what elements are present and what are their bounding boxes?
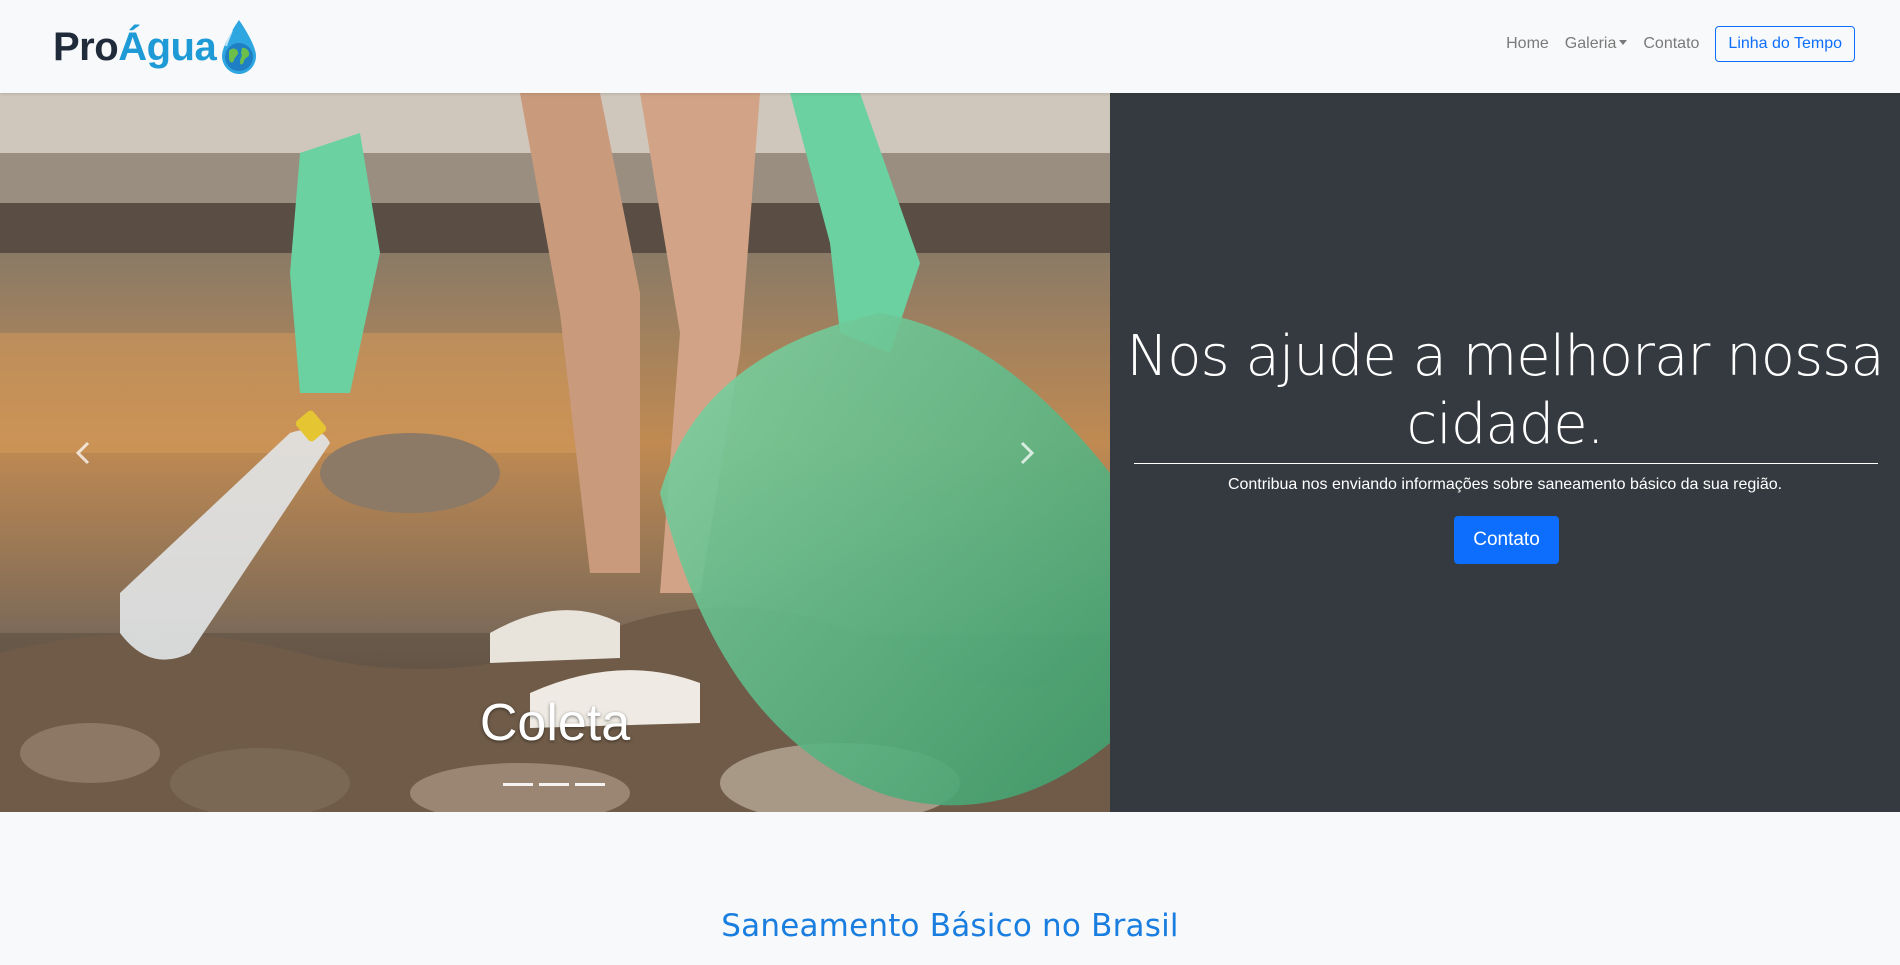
carousel-next-button[interactable]: [1006, 433, 1046, 473]
nav-galeria-dropdown[interactable]: Galeria: [1565, 35, 1628, 53]
section-title: Saneamento Básico no Brasil: [721, 908, 1179, 944]
nav-contato[interactable]: Contato: [1643, 35, 1699, 53]
hero-subtext: Contribua nos enviando informações sobre…: [1227, 476, 1783, 493]
chevron-left-icon: [75, 441, 90, 465]
carousel-indicator-3[interactable]: [575, 783, 605, 786]
carousel-indicator-1[interactable]: [503, 783, 533, 786]
hero-panel: Nos ajude a melhorar nossa cidade. Contr…: [1110, 93, 1900, 812]
contato-button[interactable]: Contato: [1454, 516, 1559, 564]
nav-home[interactable]: Home: [1506, 35, 1549, 53]
brand-agua-text: Água: [118, 24, 217, 69]
water-drop-globe-icon: [222, 20, 257, 74]
timeline-button[interactable]: Linha do Tempo: [1715, 26, 1855, 62]
chevron-right-icon: [1020, 441, 1035, 465]
navbar: ProÁgua Home Galeria Contato Linha do Te…: [0, 0, 1900, 93]
carousel-indicator-2[interactable]: [539, 783, 569, 786]
brand-logo[interactable]: ProÁgua: [53, 18, 260, 76]
brand-name: ProÁgua: [53, 24, 217, 70]
hero-divider: [1134, 463, 1878, 464]
carousel-prev-button[interactable]: [64, 433, 104, 473]
hero-heading: Nos ajude a melhorar nossa cidade.: [1126, 324, 1884, 457]
carousel-caption: Coleta: [479, 694, 631, 752]
carousel-indicators: [503, 783, 605, 786]
brand-pro-text: Pro: [53, 24, 119, 69]
image-carousel: Coleta: [0, 93, 1110, 812]
hero-section: Coleta Nos ajude a melhorar nossa cidade…: [0, 93, 1900, 812]
nav-menu: Home Galeria Contato Linha do Tempo: [1506, 26, 1855, 62]
